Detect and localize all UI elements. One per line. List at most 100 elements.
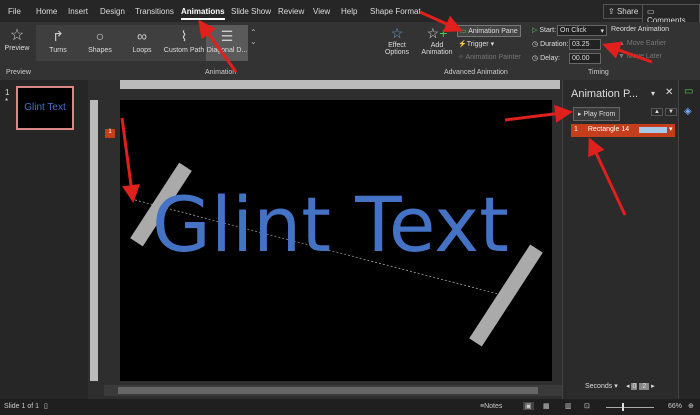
tab-shape-format[interactable]: Shape Format xyxy=(370,7,421,16)
timeline-scale[interactable]: ◂ 0 2 ▸ xyxy=(626,382,655,390)
preview-label: Preview xyxy=(4,45,30,52)
gallery-label: Shapes xyxy=(88,47,112,54)
slide-title-text[interactable]: Glint Text xyxy=(152,180,509,269)
slide-thumbnail[interactable]: Glint Text xyxy=(16,86,74,130)
side-task-strip: ▭ ◈ xyxy=(678,80,700,399)
zoom-slider[interactable] xyxy=(600,403,660,411)
timeline-bar xyxy=(639,127,667,133)
move-earlier-button[interactable]: ▲ Move Earlier xyxy=(618,40,666,47)
move-earlier-label: Move Earlier xyxy=(626,40,667,47)
animation-pane-button[interactable]: ▭ Animation Pane xyxy=(457,25,521,37)
gallery-diagonal[interactable]: ☰ Diagonal D... xyxy=(206,25,248,61)
gallery-label: Turns xyxy=(49,47,67,54)
animation-painter-button[interactable]: ✧ Animation Painter xyxy=(458,53,521,61)
start-select[interactable]: On Click ▾ xyxy=(557,25,607,36)
trigger-button[interactable]: ⚡Trigger ▾ xyxy=(458,40,494,48)
custom-path-icon: ⌇ xyxy=(180,28,188,44)
ribbon: ☆ Preview Preview ↱ Turns ○ Shapes ∞ Loops ⌇… xyxy=(0,22,700,80)
tab-review[interactable]: Review xyxy=(278,7,304,16)
anim-tag-number: 1 xyxy=(108,129,112,135)
pane-title: Animation P... xyxy=(571,88,639,100)
gallery-custom-path[interactable]: ⌇ Custom Path xyxy=(160,25,208,61)
start-value: On Click xyxy=(560,27,587,34)
tab-home[interactable]: Home xyxy=(36,7,57,16)
gallery-shapes[interactable]: ○ Shapes xyxy=(78,25,122,61)
slide-counter: Slide 1 of 1 xyxy=(4,403,40,410)
slide-canvas[interactable]: Glint Text xyxy=(120,100,552,381)
preview-group-label: Preview xyxy=(6,69,31,76)
start-text: Start: xyxy=(539,27,557,34)
tab-slide-show[interactable]: Slide Show xyxy=(231,7,271,16)
horizontal-ruler xyxy=(120,80,560,89)
pane-options-icon[interactable]: ▾ xyxy=(651,89,655,98)
delay-value: 00.00 xyxy=(572,55,590,62)
slide-sorter-icon[interactable]: ▦ xyxy=(543,402,550,410)
format-shape-icon[interactable]: ◈ xyxy=(684,106,692,117)
animation-tag[interactable]: 1 xyxy=(105,129,115,138)
gallery-scroll[interactable]: ⌃ ⌄ xyxy=(250,28,257,46)
move-later-label: Move Later xyxy=(626,53,662,60)
zoom-level[interactable]: 66% xyxy=(668,403,682,410)
item-name: Rectangle 14 xyxy=(587,126,630,133)
animation-list-item[interactable]: 1 Rectangle 14 ▾ xyxy=(571,124,675,137)
status-bar: Slide 1 of 1 ▯ ≡Notes ▣ ▦ ▥ ⊡ 66% ⊕ xyxy=(0,399,700,415)
accessibility-icon[interactable]: ▯ xyxy=(44,402,48,410)
scale-0: 0 xyxy=(631,383,638,390)
delay-label: ◷ Delay: xyxy=(532,55,560,62)
gallery-label: Loops xyxy=(132,47,152,54)
advanced-group-label: Advanced Animation xyxy=(444,69,508,76)
chevron-down-icon[interactable]: ▾ xyxy=(669,125,673,133)
preview-button[interactable]: ☆ Preview xyxy=(4,25,30,52)
horizontal-scrollbar[interactable] xyxy=(104,385,562,396)
loops-icon: ∞ xyxy=(137,28,147,44)
delay-text: Delay: xyxy=(540,55,560,62)
tab-transitions[interactable]: Transitions xyxy=(135,7,174,16)
animation-painter-label: Animation Painter xyxy=(465,54,521,61)
timing-group-label: Timing xyxy=(588,69,609,76)
duration-input[interactable]: 03.25 xyxy=(569,39,601,50)
tab-help[interactable]: Help xyxy=(341,7,357,16)
gallery-loops[interactable]: ∞ Loops xyxy=(120,25,164,61)
move-up-button[interactable]: ▲ xyxy=(651,108,663,116)
play-from-label: Play From xyxy=(583,111,616,118)
tab-animations[interactable]: Animations xyxy=(181,7,225,20)
thumb-text: Glint Text xyxy=(24,102,66,113)
notes-button[interactable]: ≡Notes xyxy=(480,403,502,410)
seconds-label: Seconds xyxy=(585,383,613,390)
delay-input[interactable]: 00.00 xyxy=(569,53,601,64)
tab-view[interactable]: View xyxy=(313,7,330,16)
lightning-icon: ⚡ xyxy=(458,41,467,48)
reorder-label: Reorder Animation xyxy=(611,26,669,33)
turns-icon: ↱ xyxy=(52,28,64,44)
gallery-turns[interactable]: ↱ Turns xyxy=(36,25,80,61)
animation-pane: Animation P... ▾ ✕ ▸ Play From ▲ ▼ 1 Rec… xyxy=(562,80,678,399)
scrollbar-thumb[interactable] xyxy=(118,387,538,394)
thumb-number: 1 xyxy=(5,88,10,97)
move-down-button[interactable]: ▼ xyxy=(665,108,677,116)
reading-view-icon[interactable]: ▥ xyxy=(565,402,572,410)
chevron-down-icon: ▾ xyxy=(600,28,604,35)
share-button[interactable]: ⇪ Share xyxy=(603,4,644,19)
close-icon[interactable]: ✕ xyxy=(665,87,673,98)
thumb-anim-star: * xyxy=(5,97,9,106)
normal-view-icon[interactable]: ▣ xyxy=(523,402,534,410)
tab-design[interactable]: Design xyxy=(100,7,125,16)
slide-thumbnails-pane: 1 * Glint Text xyxy=(0,80,88,399)
tab-file[interactable]: File xyxy=(8,7,21,16)
slideshow-icon[interactable]: ⊡ xyxy=(584,402,590,410)
share-label: Share xyxy=(616,7,639,16)
add-animation-button[interactable]: ☆+ Add Animation xyxy=(420,25,454,56)
move-later-button[interactable]: ▼ Move Later xyxy=(618,53,662,60)
gallery-label: Custom Path xyxy=(163,47,205,54)
scale-2: 2 xyxy=(639,383,650,390)
seconds-dropdown[interactable]: Seconds ▾ xyxy=(585,382,618,390)
trigger-label: Trigger xyxy=(466,41,489,48)
diagonal-icon: ☰ xyxy=(220,28,234,44)
effect-options-button[interactable]: ☆ Effect Options xyxy=(383,25,411,56)
fit-slide-icon[interactable]: ⊕ xyxy=(688,402,694,410)
tab-insert[interactable]: Insert xyxy=(68,7,88,16)
vertical-ruler xyxy=(90,100,98,381)
item-number: 1 xyxy=(574,126,578,133)
animation-pane-icon[interactable]: ▭ xyxy=(684,86,693,97)
play-from-button[interactable]: ▸ Play From xyxy=(573,107,621,121)
